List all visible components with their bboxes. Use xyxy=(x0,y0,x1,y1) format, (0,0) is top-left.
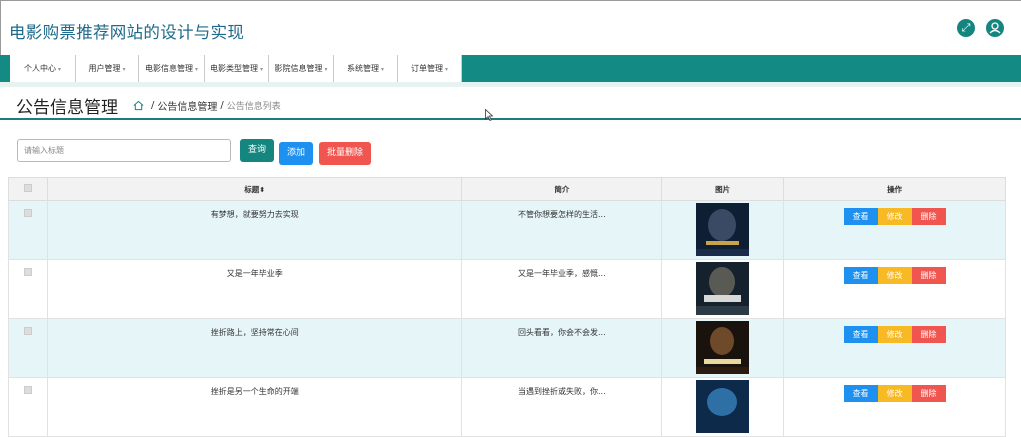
user-icon[interactable] xyxy=(986,19,1004,37)
table-row: 有梦想，就要努力去实现 不管你想要怎样的生活... 查看 修改 删除 xyxy=(8,200,1006,260)
row-title: 挫折路上，坚持常在心间 xyxy=(46,318,463,378)
breadcrumb-current: 公告信息列表 xyxy=(226,102,281,112)
row-title: 有梦想，就要努力去实现 xyxy=(46,200,463,260)
view-button[interactable]: 查看 xyxy=(843,208,878,225)
movie-poster-image xyxy=(696,203,750,256)
nav-item-movie-type[interactable]: 电影类型管理 ▾ xyxy=(205,55,269,82)
select-all-cell xyxy=(8,177,48,201)
nav-item-movie-info[interactable]: 电影信息管理 ▾ xyxy=(139,55,205,82)
sort-icon[interactable]: ⬍ xyxy=(259,186,265,194)
nav-item-personal-center[interactable]: 个人中心 ▾ xyxy=(10,55,76,82)
mouse-cursor-icon xyxy=(485,109,493,121)
edit-button[interactable]: 修改 xyxy=(877,208,912,225)
row-summary: 回头看看，你会不会发... xyxy=(461,318,663,378)
row-checkbox[interactable] xyxy=(23,386,32,394)
edit-button[interactable]: 修改 xyxy=(877,385,912,402)
table-row: 挫折是另一个生命的开端 当遇到挫折或失败，你... 查看 修改 删除 xyxy=(8,377,1006,437)
delete-button[interactable]: 删除 xyxy=(911,267,946,284)
row-title: 又是一年毕业季 xyxy=(46,259,463,319)
row-title: 挫折是另一个生命的开端 xyxy=(46,377,463,437)
delete-button[interactable]: 删除 xyxy=(911,385,946,402)
movie-poster-image xyxy=(696,380,750,433)
row-summary: 当遇到挫折或失败，你... xyxy=(461,377,663,437)
breadcrumb-item[interactable]: 公告信息管理 xyxy=(157,98,217,113)
edit-button[interactable]: 修改 xyxy=(877,267,912,284)
query-button[interactable]: 查询 xyxy=(240,139,274,162)
view-button[interactable]: 查看 xyxy=(843,326,878,343)
movie-poster-image xyxy=(696,321,750,374)
nav-item-cinema-info[interactable]: 影院信息管理 ▾ xyxy=(269,55,334,82)
column-header-image: 图片 xyxy=(661,177,785,201)
title-search-input[interactable] xyxy=(17,139,231,162)
view-button[interactable]: 查看 xyxy=(843,267,878,284)
app-title: 电影购票推荐网站的设计与实现 xyxy=(9,23,245,42)
column-header-summary: 简介 xyxy=(461,177,663,201)
edit-button[interactable]: 修改 xyxy=(877,326,912,343)
view-button[interactable]: 查看 xyxy=(843,385,878,402)
home-icon[interactable] xyxy=(133,100,144,111)
add-button[interactable]: 添加 xyxy=(279,142,313,165)
select-all-checkbox[interactable] xyxy=(23,184,32,192)
delete-button[interactable]: 删除 xyxy=(911,326,946,343)
movie-poster-image xyxy=(696,262,750,315)
column-header-actions: 操作 xyxy=(783,177,1006,201)
column-header-title[interactable]: 标题⬍ xyxy=(46,177,463,201)
nav-item-user-management[interactable]: 用户管理 ▾ xyxy=(76,55,139,82)
nav-item-order-management[interactable]: 订单管理 ▾ xyxy=(398,55,462,82)
batch-delete-button[interactable]: 批量删除 xyxy=(319,142,371,165)
row-checkbox[interactable] xyxy=(23,209,32,217)
breadcrumb: / 公告信息管理 / 公告信息列表 xyxy=(133,98,281,113)
expand-icon[interactable]: ⤢ xyxy=(957,19,975,37)
row-checkbox[interactable] xyxy=(23,327,32,335)
top-bar: 电影购票推荐网站的设计与实现 ⤢ xyxy=(0,0,1021,55)
row-summary: 又是一年毕业季，感慨... xyxy=(461,259,663,319)
table-row: 挫折路上，坚持常在心间 回头看看，你会不会发... 查看 修改 删除 xyxy=(8,318,1006,378)
table-header-row: 标题⬍ 简介 图片 操作 xyxy=(8,177,1006,201)
page-title: 公告信息管理 xyxy=(16,98,118,118)
row-checkbox[interactable] xyxy=(23,268,32,276)
nav-item-system-management[interactable]: 系统管理 ▾ xyxy=(334,55,398,82)
row-summary: 不管你想要怎样的生活... xyxy=(461,200,663,260)
delete-button[interactable]: 删除 xyxy=(911,208,946,225)
main-nav: 个人中心 ▾ 用户管理 ▾ 电影信息管理 ▾ 电影类型管理 ▾ 影院信息管理 ▾ 系统管理… xyxy=(0,55,1021,82)
page-header: 公告信息管理 / 公告信息管理 / 公告信息列表 xyxy=(0,87,1021,120)
announcement-table: 标题⬍ 简介 图片 操作 有梦想，就要努力去实现 不管你想要怎样的生活... 查… xyxy=(8,177,1006,437)
table-row: 又是一年毕业季 又是一年毕业季，感慨... 查看 修改 删除 xyxy=(8,259,1006,319)
